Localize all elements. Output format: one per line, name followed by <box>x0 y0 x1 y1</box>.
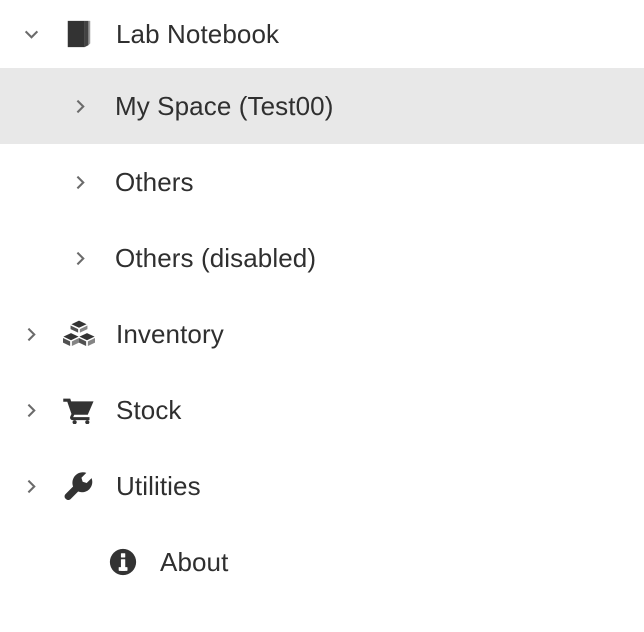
chevron-right-icon[interactable] <box>67 97 93 116</box>
chevron-right-icon[interactable] <box>67 249 93 268</box>
nav-item-others-disabled[interactable]: Others (disabled) <box>0 220 644 296</box>
nav-item-stock[interactable]: Stock <box>0 372 644 448</box>
book-icon <box>62 19 96 49</box>
chevron-down-icon[interactable] <box>18 25 44 44</box>
nav-item-lab-notebook[interactable]: Lab Notebook <box>0 0 644 68</box>
shopping-cart-icon <box>62 396 96 424</box>
nav-item-label: Inventory <box>116 319 224 349</box>
nav-item-label: Others (disabled) <box>115 243 317 273</box>
chevron-right-icon[interactable] <box>67 173 93 192</box>
navigation-sidebar: Lab Notebook My Space (Test00) Others Other… <box>0 0 644 632</box>
nav-item-inventory[interactable]: Inventory <box>0 296 644 372</box>
boxes-icon <box>62 319 96 349</box>
info-circle-icon <box>106 547 140 577</box>
wrench-icon <box>62 471 96 501</box>
nav-item-label: Utilities <box>116 471 201 501</box>
chevron-right-icon[interactable] <box>18 401 44 420</box>
nav-item-label: Others <box>115 167 194 197</box>
nav-item-my-space[interactable]: My Space (Test00) <box>0 68 644 144</box>
nav-item-about[interactable]: About <box>0 524 644 600</box>
nav-item-utilities[interactable]: Utilities <box>0 448 644 524</box>
nav-item-label: Lab Notebook <box>116 19 280 49</box>
nav-item-label: Stock <box>116 395 182 425</box>
chevron-right-icon[interactable] <box>18 325 44 344</box>
nav-item-label: My Space (Test00) <box>115 91 334 121</box>
nav-item-label: About <box>160 547 229 577</box>
chevron-right-icon[interactable] <box>18 477 44 496</box>
nav-item-others[interactable]: Others <box>0 144 644 220</box>
